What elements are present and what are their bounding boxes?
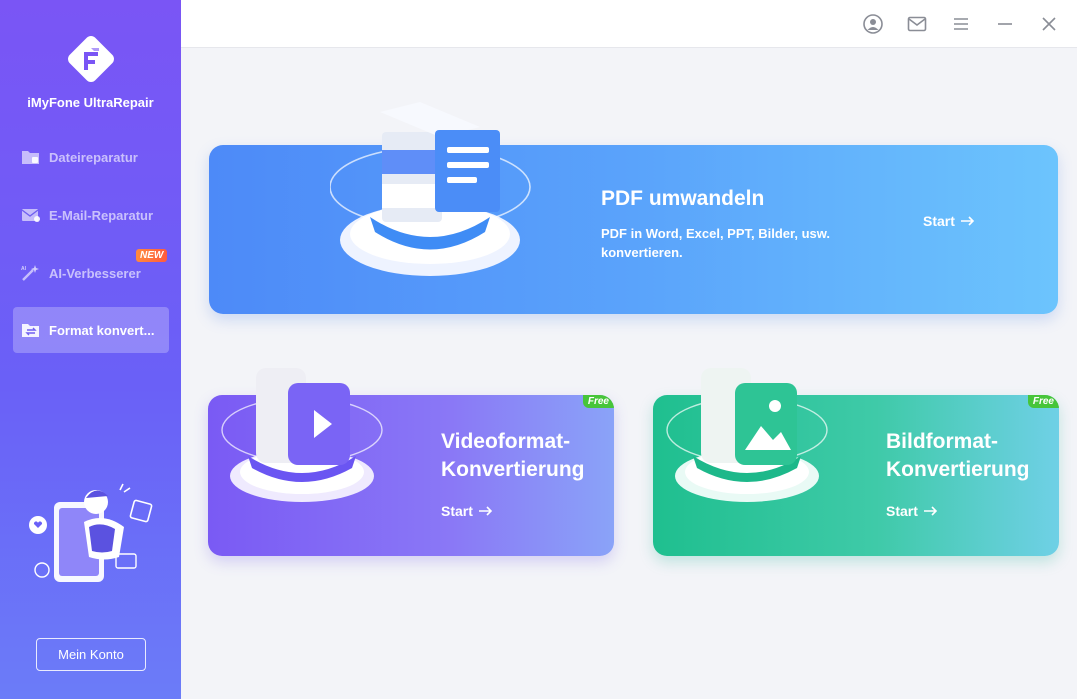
format-convert-icon (21, 321, 41, 339)
close-icon[interactable] (1038, 13, 1060, 35)
start-link[interactable]: Start (886, 503, 938, 519)
app-logo-icon (68, 36, 114, 82)
magic-wand-icon: AI (21, 264, 41, 282)
sidebar-item-label: Dateireparatur (49, 149, 138, 165)
card-title: Videoformat- (441, 430, 571, 453)
sidebar-item-file-repair[interactable]: Dateireparatur (13, 134, 169, 180)
image-picture-icon (666, 368, 828, 502)
start-link[interactable]: Start (923, 213, 975, 229)
card-title: Konvertierung (441, 458, 585, 481)
sidebar-item-email-repair[interactable]: E-Mail-Reparatur (13, 192, 169, 238)
title-bar (181, 0, 1077, 48)
svg-text:AI: AI (21, 266, 27, 272)
free-badge: Free (1027, 395, 1059, 408)
video-play-icon (221, 368, 383, 502)
mail-icon[interactable] (906, 13, 928, 35)
free-badge: Free (582, 395, 614, 408)
minimize-icon[interactable] (994, 13, 1016, 35)
card-description: PDF in Word, Excel, PPT, Bilder, usw. (601, 226, 830, 241)
menu-icon[interactable] (950, 13, 972, 35)
my-account-button[interactable]: Mein Konto (36, 638, 146, 671)
sidebar-item-label: E-Mail-Reparatur (49, 207, 154, 223)
arrow-right-icon (960, 216, 975, 226)
sidebar-item-format-convert[interactable]: Format konvert... (13, 307, 169, 353)
start-label: Start (886, 503, 918, 519)
sidebar: iMyFone UltraRepair Dateireparatur E-Mai… (0, 0, 181, 699)
arrow-right-icon (923, 506, 938, 516)
start-label: Start (923, 213, 955, 229)
card-title: PDF umwandeln (601, 187, 765, 210)
card-title: Bildformat- (886, 430, 998, 453)
mail-repair-icon (21, 206, 41, 224)
user-icon[interactable] (862, 13, 884, 35)
pdf-document-icon (330, 102, 531, 276)
card-description: konvertieren. (601, 245, 683, 260)
app-name: iMyFone UltraRepair (27, 95, 154, 110)
start-link[interactable]: Start (441, 503, 493, 519)
folder-repair-icon (21, 148, 41, 166)
card-title: Konvertierung (886, 458, 1030, 481)
arrow-right-icon (478, 506, 493, 516)
start-label: Start (441, 503, 473, 519)
sidebar-item-label: Format konvert... (49, 322, 155, 338)
sidebar-item-label: AI-Verbesserer (49, 265, 141, 281)
sidebar-illustration (29, 483, 153, 582)
new-badge: NEW (136, 249, 168, 262)
